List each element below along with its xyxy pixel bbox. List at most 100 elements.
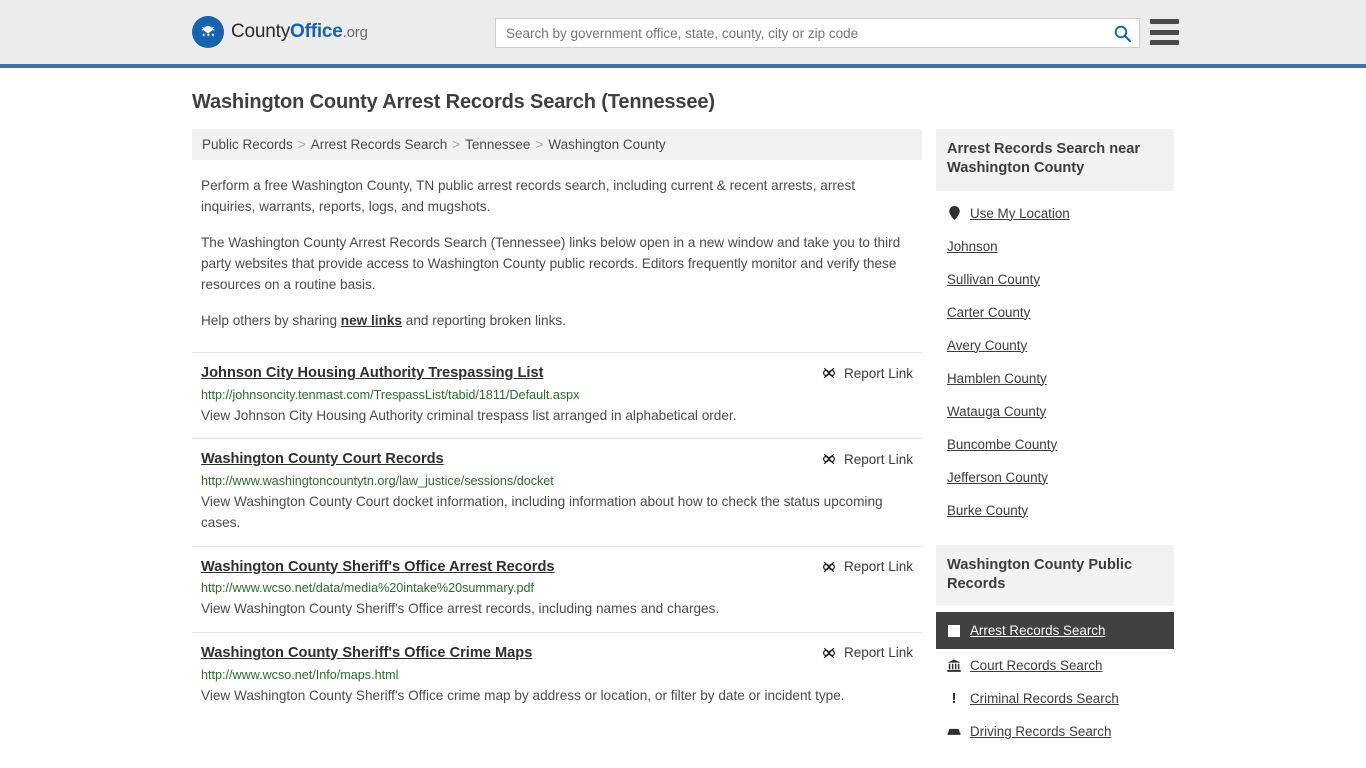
sidebar-item-arrest-records-search[interactable]: Arrest Records Search [936, 612, 1174, 649]
result-header: Washington County Sheriff's Office Arres… [201, 558, 913, 577]
result-title-link[interactable]: Washington County Court Records [201, 450, 444, 469]
exclamation-icon: ! [951, 690, 957, 707]
hamburger-bar-1 [1150, 19, 1179, 24]
sidebar-link[interactable]: Carter County [947, 305, 1030, 320]
breadcrumb-item-2[interactable]: Tennessee [465, 137, 530, 152]
hamburger-menu-icon[interactable] [1150, 19, 1179, 45]
result-description: View Washington County Sheriff's Office … [201, 601, 720, 617]
use-my-location-label[interactable]: Use My Location [970, 206, 1070, 221]
sidebar-public-records-list: Arrest Records Search Court Records Sear… [936, 606, 1174, 748]
sidebar-item-use-my-location[interactable]: Use My Location [936, 197, 1174, 230]
sidebar-near-box: Arrest Records Search near Washington Co… [936, 129, 1174, 527]
sidebar-link[interactable]: Sullivan County [947, 272, 1040, 287]
intro-paragraph-2: The Washington County Arrest Records Sea… [201, 235, 901, 293]
site-logo[interactable]: CountyOffice.org [192, 16, 368, 48]
search-bar[interactable] [495, 18, 1140, 48]
eagle-shield-icon [192, 16, 224, 48]
report-link-button[interactable]: Report Link [821, 644, 913, 661]
hamburger-bar-2 [1150, 29, 1179, 35]
search-icon [1114, 25, 1131, 42]
logo-text-office: Office [290, 21, 343, 42]
map-pin-icon [947, 206, 961, 221]
sidebar-item-buncombe-county[interactable]: Buncombe County [936, 428, 1174, 461]
result-description: View Washington County Court docket info… [201, 494, 883, 531]
breadcrumb-separator: > [535, 137, 544, 152]
sidebar-link[interactable]: Burke County [947, 503, 1028, 518]
sidebar-near-list: Use My Location Johnson Sullivan County … [936, 191, 1174, 527]
sidebar-item-court-records-search[interactable]: Court Records Search [936, 649, 1174, 682]
sidebar-link[interactable]: Johnson [947, 239, 998, 254]
intro-paragraph-3: Help others by sharing new links and rep… [201, 310, 901, 331]
sidebar-link[interactable]: Buncombe County [947, 437, 1057, 452]
sidebar-link[interactable]: Hamblen County [947, 371, 1047, 386]
results-list: Johnson City Housing Authority Trespassi… [192, 352, 922, 717]
sidebar-item-burke-county[interactable]: Burke County [936, 494, 1174, 527]
report-link-button[interactable]: Report Link [821, 450, 913, 467]
sidebar-link[interactable]: Driving Records Search [970, 724, 1111, 739]
sidebar-link[interactable]: Criminal Records Search [970, 691, 1119, 706]
report-link-label: Report Link [843, 365, 913, 381]
result-title-link[interactable]: Washington County Sheriff's Office Crime… [201, 644, 532, 663]
page-container: Washington County Arrest Records Search … [0, 91, 1366, 752]
sidebar-item-hamblen-county[interactable]: Hamblen County [936, 362, 1174, 395]
sidebar-item-johnson[interactable]: Johnson [936, 230, 1174, 263]
report-link-button[interactable]: Report Link [821, 558, 913, 575]
result-header: Washington County Court Records Report L… [201, 450, 913, 469]
sidebar-link[interactable]: Watauga County [947, 404, 1046, 419]
breadcrumb-item-0[interactable]: Public Records [202, 137, 293, 152]
sidebar-link[interactable]: Jefferson County [947, 470, 1048, 485]
sidebar-item-carter-county[interactable]: Carter County [936, 296, 1174, 329]
report-link-label: Report Link [843, 645, 913, 661]
result-item: Washington County Court Records Report L… [192, 438, 922, 545]
report-link-label: Report Link [843, 559, 913, 574]
site-header: CountyOffice.org [0, 0, 1366, 68]
car-icon [947, 724, 961, 739]
sidebar-link[interactable]: Arrest Records Search [970, 623, 1105, 638]
result-url: http://www.wcso.net/Info/maps.html [201, 667, 399, 682]
logo-text-org: .org [342, 24, 368, 41]
result-item: Washington County Sheriff's Office Crime… [192, 631, 922, 718]
sidebar-item-driving-records-search[interactable]: Driving Records Search [936, 715, 1174, 748]
sidebar-near-heading: Arrest Records Search near Washington Co… [936, 129, 1174, 191]
intro-paragraph-1: Perform a free Washington County, TN pub… [201, 178, 856, 215]
search-input[interactable] [496, 19, 1105, 47]
sidebar-link[interactable]: Avery County [947, 338, 1027, 353]
logo-text-county: County [231, 21, 291, 42]
result-item: Johnson City Housing Authority Trespassi… [192, 352, 922, 438]
breadcrumb-item-1[interactable]: Arrest Records Search [311, 137, 448, 152]
result-title-link[interactable]: Johnson City Housing Authority Trespassi… [201, 364, 543, 383]
result-header: Washington County Sheriff's Office Crime… [201, 644, 913, 663]
sidebar-public-records-box: Washington County Public Records Arrest … [936, 544, 1174, 749]
sidebar-item-jefferson-county[interactable]: Jefferson County [936, 461, 1174, 494]
result-url: http://www.washingtoncountytn.org/law_ju… [201, 474, 554, 489]
breadcrumb-item-3[interactable]: Washington County [548, 137, 665, 152]
breadcrumb: Public Records > Arrest Records Search >… [192, 129, 922, 160]
search-button[interactable] [1105, 19, 1139, 47]
sidebar: Arrest Records Search near Washington Co… [936, 129, 1174, 752]
hamburger-bar-3 [1150, 40, 1179, 45]
site-logo-text: CountyOffice.org [231, 21, 368, 43]
sidebar-link[interactable]: Court Records Search [970, 658, 1102, 673]
result-title-link[interactable]: Washington County Sheriff's Office Arres… [201, 558, 555, 577]
sidebar-item-avery-county[interactable]: Avery County [936, 329, 1174, 362]
result-description: View Johnson City Housing Authority crim… [201, 408, 737, 424]
courthouse-icon [947, 658, 961, 673]
sidebar-item-watauga-county[interactable]: Watauga County [936, 395, 1174, 428]
content-columns: Public Records > Arrest Records Search >… [192, 129, 1174, 752]
new-links-link[interactable]: new links [341, 313, 402, 328]
result-url: http://www.wcso.net/data/media%20intake%… [201, 581, 534, 596]
broken-link-icon [822, 561, 835, 572]
square-icon [947, 623, 961, 638]
page-title: Washington County Arrest Records Search … [192, 91, 715, 113]
intro-p3-before: Help others by sharing [201, 313, 341, 329]
report-link-button[interactable]: Report Link [821, 364, 913, 381]
result-item: Washington County Sheriff's Office Arres… [192, 545, 922, 632]
broken-link-icon [822, 368, 835, 379]
sidebar-item-sullivan-county[interactable]: Sullivan County [936, 263, 1174, 296]
result-description: View Washington County Sheriff's Office … [201, 687, 845, 703]
main-column: Public Records > Arrest Records Search >… [192, 129, 922, 718]
sidebar-item-criminal-records-search[interactable]: ! Criminal Records Search [936, 682, 1174, 715]
result-header: Johnson City Housing Authority Trespassi… [201, 364, 913, 383]
broken-link-icon [822, 647, 835, 658]
result-url: http://johnsoncity.tenmast.com/TrespassL… [201, 388, 580, 403]
